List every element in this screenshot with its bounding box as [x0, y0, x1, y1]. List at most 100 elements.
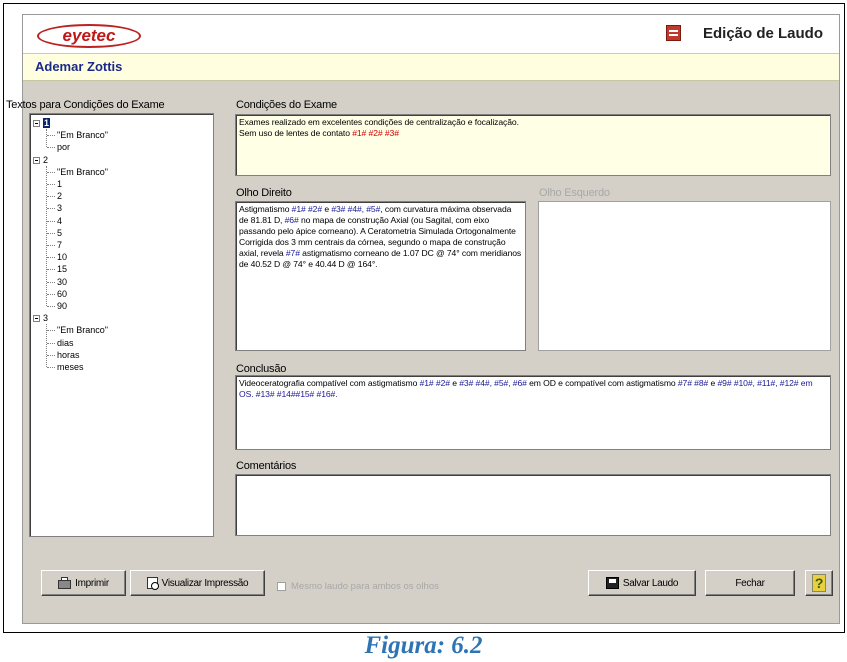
- patient-bar: Ademar Zottis: [23, 54, 839, 81]
- olho-direito-segment: e: [322, 204, 332, 214]
- collapse-toggle-icon[interactable]: [33, 315, 40, 323]
- tree-connector: [47, 220, 55, 222]
- print-preview-button[interactable]: Visualizar Impressão: [130, 570, 265, 596]
- conclusao-segment: e: [708, 378, 718, 388]
- tree-connector: [47, 171, 55, 173]
- eyetec-logo: eyetec: [37, 24, 141, 48]
- help-icon: ?: [811, 574, 827, 592]
- tree-connector: [47, 208, 55, 210]
- tree-item[interactable]: 5: [57, 227, 62, 239]
- tree-item[interactable]: 90: [57, 300, 67, 312]
- tree-connector: [47, 342, 55, 344]
- olho-direito-text: Astigmatismo #1# #2# e #3# #4#, #5#, com…: [239, 204, 522, 270]
- olho-direito-label: Olho Direito: [236, 187, 292, 199]
- figure-caption: Figura: 6.2: [364, 632, 483, 659]
- conclusao-text: Videoceratografia compatível com astigma…: [239, 378, 827, 400]
- tree-connector: [47, 184, 55, 185]
- olho-direito-segment: #7#: [285, 248, 300, 258]
- condicoes-line2: Sem uso de lentes de contato #1# #2# #3#: [239, 128, 827, 139]
- tree-item[interactable]: "Em Branco": [57, 129, 108, 141]
- tree-connector: [47, 354, 55, 356]
- collapse-toggle-icon[interactable]: [33, 120, 40, 127]
- tree-connector: [47, 245, 55, 246]
- close-label: Fechar: [735, 577, 765, 589]
- condicoes-line1: Exames realizado em excelentes condições…: [239, 117, 519, 127]
- condicoes-textarea[interactable]: Exames realizado em excelentes condições…: [235, 114, 831, 176]
- tree-connector: [46, 129, 47, 148]
- tree-group-label: 2: [43, 154, 49, 165]
- condicoes-label: Condições do Exame: [236, 99, 337, 111]
- tree-connector: [47, 281, 55, 283]
- condition-texts-tree[interactable]: 1 "Em Branco" por 2 "Em Branco" 1 2 3 4 5 7 10 15 30 6…: [29, 113, 214, 537]
- olho-direito-textarea[interactable]: Astigmatismo #1# #2# e #3# #4#, #5#, com…: [235, 201, 526, 351]
- tree-item[interactable]: "Em Branco": [57, 324, 108, 336]
- print-preview-label: Visualizar Impressão: [161, 577, 249, 589]
- conclusao-label: Conclusão: [236, 363, 287, 375]
- tree-item[interactable]: dias: [57, 337, 74, 349]
- olho-direito-segment: #6#: [284, 215, 299, 225]
- print-preview-icon: [146, 577, 159, 590]
- checkbox-box: [277, 582, 286, 591]
- tree-connector: [47, 306, 55, 307]
- tree-item[interactable]: 15: [57, 263, 67, 275]
- close-button[interactable]: Fechar: [705, 570, 795, 596]
- olho-esquerdo-textarea: [538, 201, 831, 351]
- tree-item[interactable]: 10: [57, 251, 67, 263]
- conclusao-segment: #9# #10#, #11#, #12#: [717, 378, 799, 388]
- tree-connector: [47, 232, 55, 234]
- tree-item[interactable]: 30: [57, 276, 67, 288]
- floppy-disk-icon: [605, 577, 619, 589]
- collapse-toggle-icon[interactable]: [33, 156, 40, 164]
- tree-item[interactable]: 4: [57, 215, 62, 227]
- tree-connector: [47, 196, 55, 198]
- tree-connector: [47, 293, 55, 295]
- tree-item[interactable]: por: [57, 141, 70, 153]
- olho-direito-segment: #1# #2#: [291, 204, 323, 214]
- tree-item[interactable]: 1: [57, 178, 62, 190]
- save-report-button[interactable]: Salvar Laudo: [588, 570, 696, 596]
- tree-group-2[interactable]: 2: [43, 154, 48, 166]
- tree-connector: [47, 269, 55, 271]
- conclusao-segment: #3# #4#, #5#, #6#: [459, 378, 527, 388]
- tree-group-label: 3: [43, 313, 49, 324]
- logo-text: eyetec: [62, 26, 116, 45]
- tree-group-1[interactable]: 1: [43, 117, 51, 129]
- conclusao-segment: e: [449, 378, 460, 388]
- tree-group-3[interactable]: 3: [43, 312, 48, 324]
- print-button[interactable]: Imprimir: [41, 570, 126, 596]
- tree-item[interactable]: horas: [57, 349, 80, 361]
- help-button[interactable]: ?: [805, 570, 833, 596]
- conclusao-segment: em OD e compatível com astigmatismo: [526, 378, 678, 388]
- tree-item[interactable]: meses: [57, 361, 84, 373]
- patient-name: Ademar Zottis: [35, 59, 123, 74]
- tree-item[interactable]: 60: [57, 288, 67, 300]
- tree-group-label: 1: [43, 118, 51, 128]
- conclusao-segment: #7# #8#: [677, 378, 709, 388]
- condicoes-codes: #1# #2# #3#: [352, 128, 399, 138]
- comentarios-textarea[interactable]: [235, 474, 831, 536]
- olho-direito-segment: #3# #4#, #5#: [331, 204, 381, 214]
- tree-item[interactable]: "Em Branco": [57, 166, 108, 178]
- tree-connector: [46, 165, 47, 307]
- tree-connector: [47, 367, 55, 368]
- tree-item[interactable]: 7: [57, 239, 62, 251]
- conclusao-segment: Videoceratografia compatível com astigma…: [239, 378, 420, 388]
- left-panel-label: Textos para Condições do Exame: [6, 99, 165, 111]
- report-icon: [666, 25, 681, 41]
- conclusao-segment: #1# #2#: [419, 378, 450, 388]
- window-title: Edição de Laudo: [702, 25, 823, 42]
- conclusao-textarea[interactable]: Videoceratografia compatível com astigma…: [235, 375, 831, 450]
- condicoes-line2-prefix: Sem uso de lentes de contato: [239, 128, 353, 138]
- tree-item[interactable]: 3: [57, 202, 62, 214]
- olho-esquerdo-label: Olho Esquerdo: [539, 187, 610, 199]
- tree-connector: [47, 135, 55, 137]
- same-report-label: Mesmo laudo para ambos os olhos: [291, 581, 439, 592]
- condicoes-text: Exames realizado em excelentes condições…: [239, 117, 827, 139]
- tree-connector: [47, 330, 55, 332]
- tree-connector: [47, 257, 55, 259]
- app-header: eyetec Edição de Laudo: [23, 15, 839, 54]
- tree-connector: [47, 147, 55, 149]
- print-label: Imprimir: [75, 577, 109, 589]
- olho-direito-segment: Astigmatismo: [239, 204, 292, 214]
- tree-item[interactable]: 2: [57, 190, 62, 202]
